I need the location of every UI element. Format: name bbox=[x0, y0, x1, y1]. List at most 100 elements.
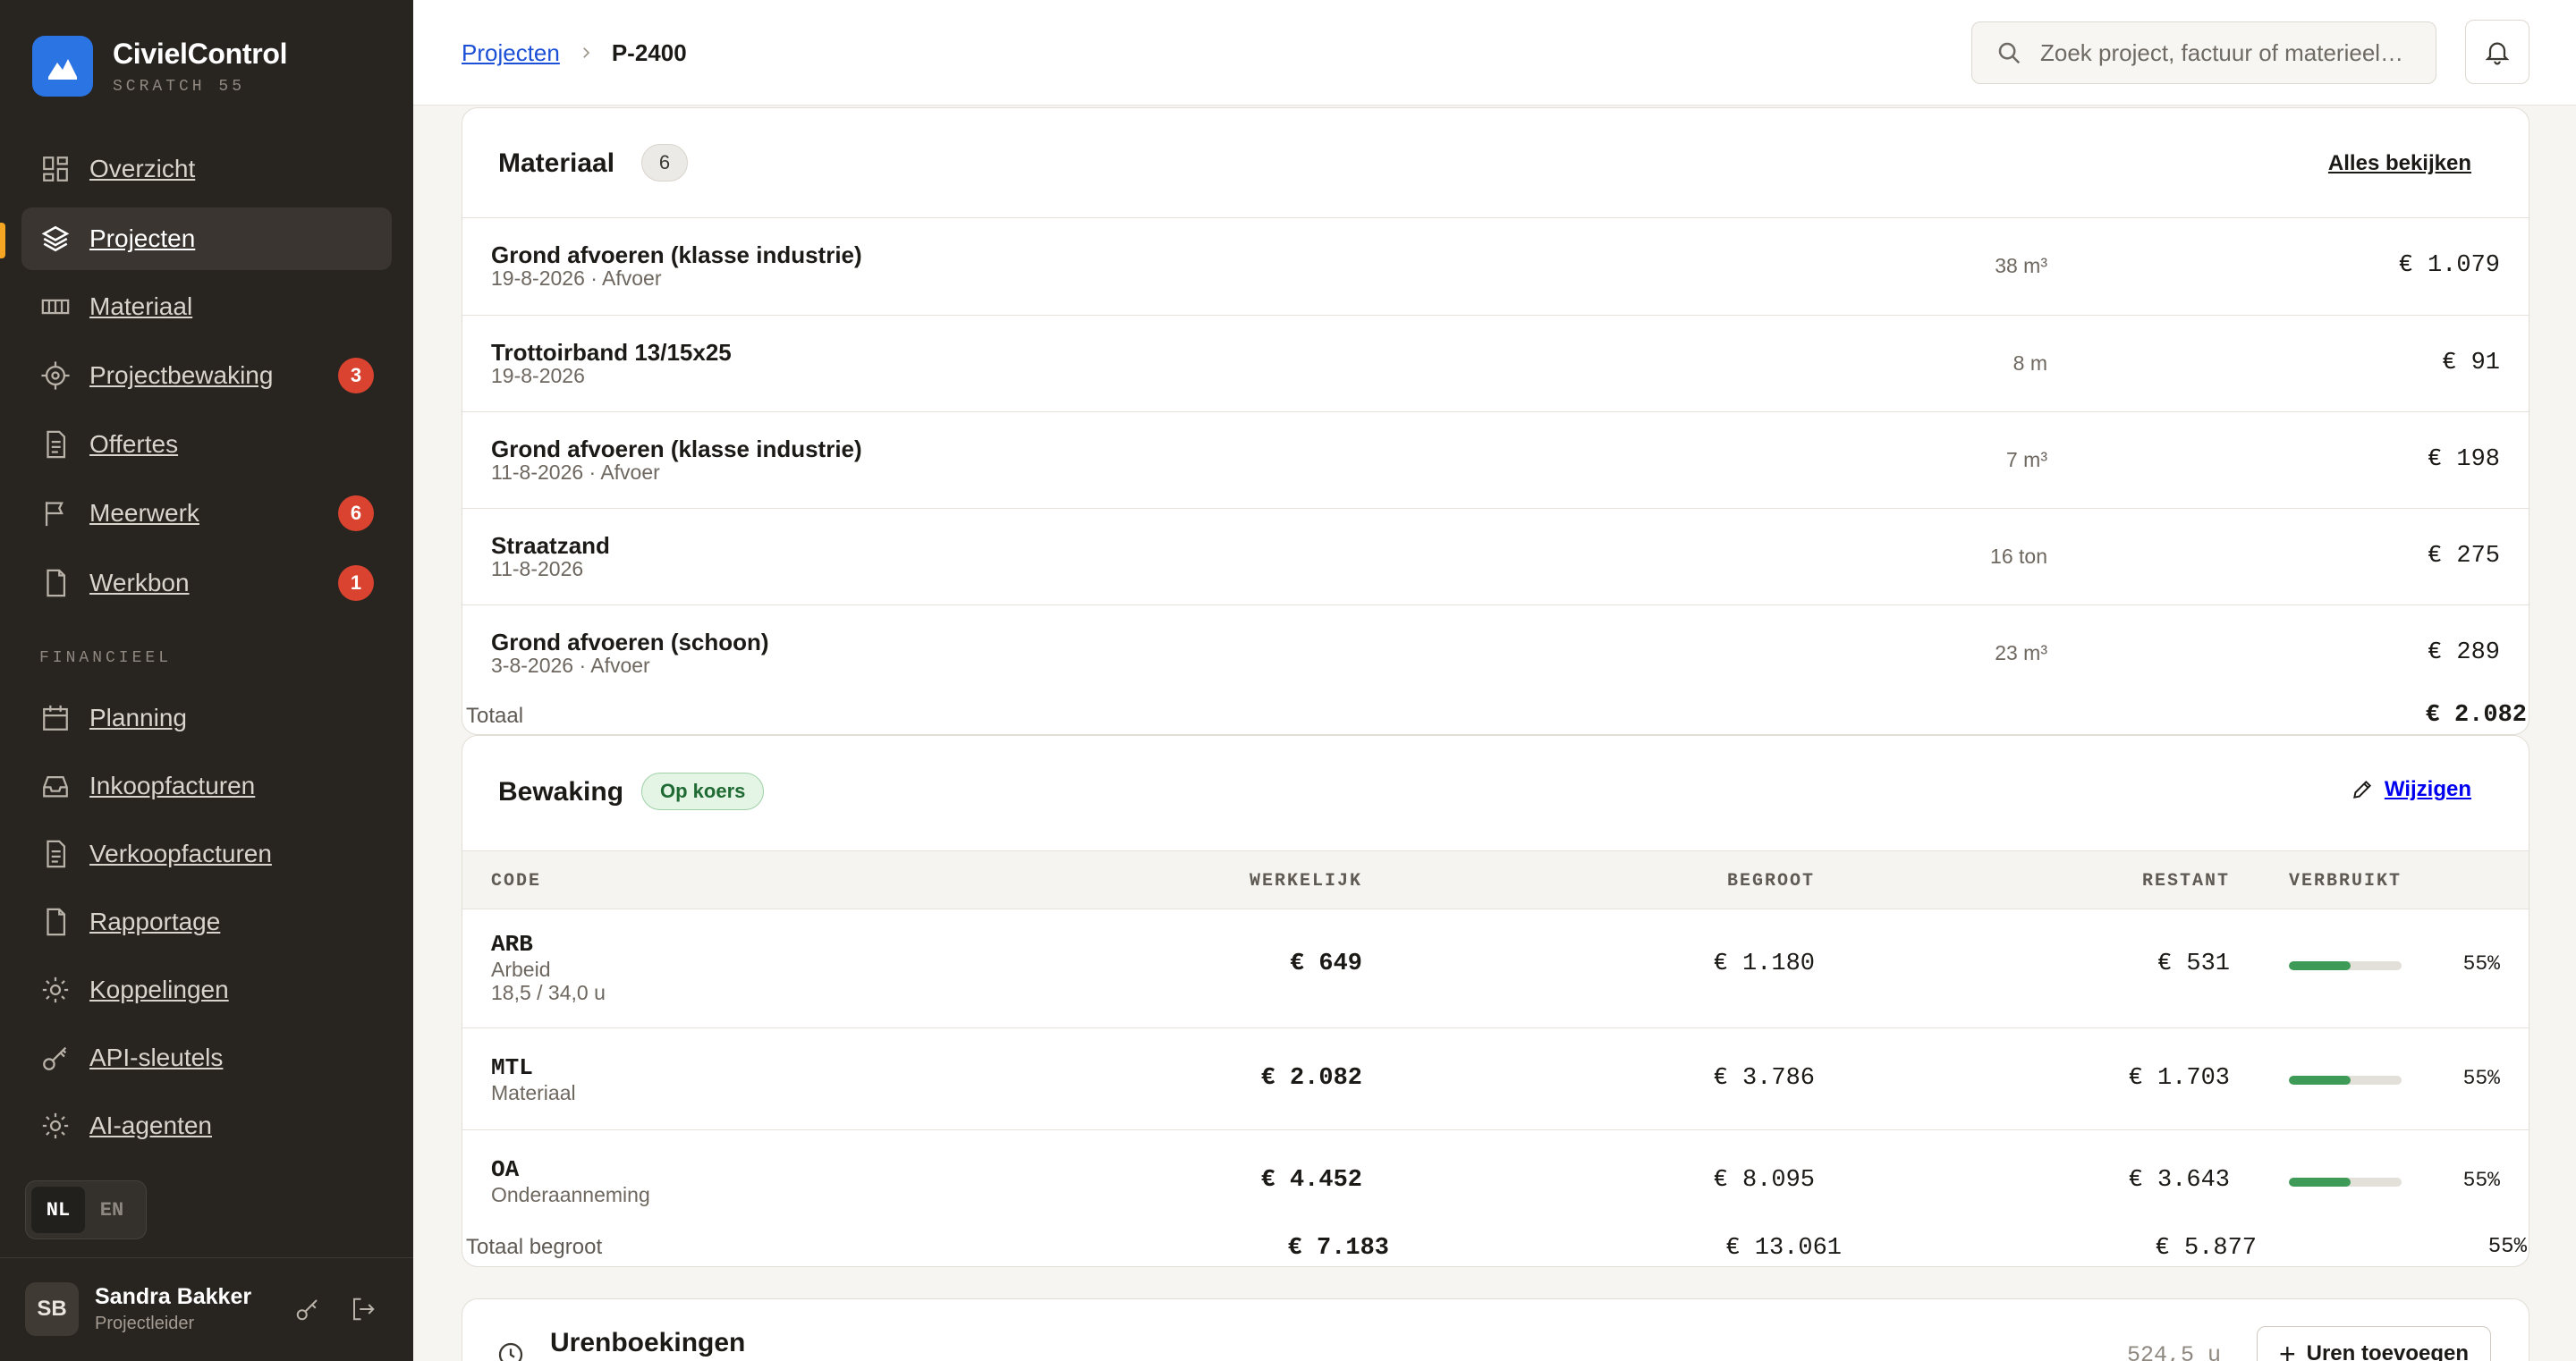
sidebar-item-label: Materiaal bbox=[89, 292, 193, 320]
clock-icon bbox=[496, 1340, 525, 1361]
key-icon[interactable] bbox=[292, 1293, 324, 1325]
divider bbox=[462, 1129, 2529, 1130]
plus-icon: + bbox=[2278, 1337, 2296, 1361]
cost-name: Onderaanneming bbox=[491, 1183, 650, 1206]
restant-value: € 3.643 bbox=[2128, 1167, 2230, 1194]
material-meta: 11-8-2026 · Afvoer bbox=[491, 461, 660, 484]
topbar: Projecten P-2400 bbox=[413, 0, 2576, 106]
calendar-icon bbox=[39, 702, 72, 734]
column-header-verbruikt: VERBRUIKT bbox=[2289, 871, 2402, 892]
inbox-icon bbox=[39, 770, 72, 802]
search-box bbox=[1971, 21, 2436, 84]
breadcrumb: Projecten P-2400 bbox=[462, 39, 687, 67]
sidebar-item-projectbewaking[interactable]: Projectbewaking 3 bbox=[21, 344, 392, 407]
column-header-code: CODE bbox=[491, 871, 542, 892]
werkbon-count-badge: 1 bbox=[338, 565, 374, 601]
gear-icon bbox=[39, 974, 72, 1006]
list-item[interactable]: Grond afvoeren (klasse industrie) 11-8-2… bbox=[462, 412, 2529, 509]
progress-bar bbox=[2289, 1076, 2402, 1085]
material-quantity: 38 m³ bbox=[1995, 254, 2047, 277]
sidebar-item-api-sleutels[interactable]: API-sleutels bbox=[21, 1027, 392, 1089]
cost-hours: 18,5 / 34,0 u bbox=[491, 981, 606, 1004]
progress-bar-fill bbox=[2289, 1178, 2351, 1187]
notifications-button[interactable] bbox=[2465, 20, 2529, 84]
sidebar-item-projecten[interactable]: Projecten bbox=[21, 207, 392, 270]
cost-code: OA bbox=[491, 1156, 520, 1183]
file-icon bbox=[39, 567, 72, 599]
urenboekingen-card: Urenboekingen 524,5 u + Uren toevoegen bbox=[462, 1298, 2529, 1361]
sidebar-item-label: AI-agenten bbox=[89, 1112, 212, 1139]
active-indicator bbox=[0, 223, 5, 258]
search-input[interactable] bbox=[2040, 38, 2416, 67]
sidebar-item-offertes[interactable]: Offertes bbox=[21, 413, 392, 476]
materiaal-title: Materiaal bbox=[498, 148, 615, 178]
sidebar-item-label: Projectbewaking bbox=[89, 361, 274, 389]
material-quantity: 7 m³ bbox=[2006, 448, 2047, 471]
lang-en-button[interactable]: EN bbox=[85, 1187, 139, 1233]
list-item[interactable]: Grond afvoeren (klasse industrie) 19-8-2… bbox=[462, 218, 2529, 315]
cost-name: Materiaal bbox=[491, 1081, 576, 1104]
nav-section-financieel: FINANCIEEL bbox=[39, 649, 173, 667]
gear-icon bbox=[39, 1110, 72, 1142]
material-name: Grond afvoeren (klasse industrie) bbox=[491, 435, 862, 462]
materiaal-card: Materiaal 6 Alles bekijken Grond afvoere… bbox=[462, 107, 2529, 735]
sidebar: CivielControl SCRATCH 55 Overzicht Proje… bbox=[0, 0, 413, 1361]
werkelijk-value: € 2.082 bbox=[1260, 1065, 1362, 1092]
column-header-werkelijk: WERKELIJK bbox=[1249, 871, 1362, 892]
column-header-begroot: BEGROOT bbox=[1726, 871, 1815, 892]
material-amount: € 198 bbox=[2427, 446, 2500, 473]
sidebar-item-werkbon[interactable]: Werkbon 1 bbox=[21, 552, 392, 614]
sidebar-item-overzicht[interactable]: Overzicht bbox=[21, 138, 392, 200]
brand-subtitle: SCRATCH 55 bbox=[113, 77, 246, 96]
document-icon bbox=[39, 428, 72, 461]
chevron-right-icon bbox=[578, 39, 594, 67]
logout-icon[interactable] bbox=[347, 1293, 379, 1325]
material-quantity: 23 m³ bbox=[1995, 641, 2047, 664]
breadcrumb-projecten-link[interactable]: Projecten bbox=[462, 39, 560, 67]
list-item[interactable]: Trottoirband 13/15x25 19-8-2026 8 m € 91 bbox=[462, 316, 2529, 412]
wijzigen-button[interactable]: Wijzigen bbox=[2351, 777, 2471, 802]
total-begroot: € 13.061 bbox=[1725, 1235, 1842, 1262]
lang-nl-button[interactable]: NL bbox=[31, 1187, 85, 1233]
list-item[interactable]: Straatzand 11-8-2026 16 ton € 275 bbox=[462, 509, 2529, 605]
material-amount: € 289 bbox=[2427, 639, 2500, 666]
material-quantity: 8 m bbox=[2012, 351, 2047, 375]
sidebar-item-planning[interactable]: Planning bbox=[21, 687, 392, 749]
sidebar-item-ai-agenten[interactable]: AI-agenten bbox=[21, 1095, 392, 1157]
breadcrumb-current: P-2400 bbox=[611, 39, 687, 66]
cost-name: Arbeid bbox=[491, 958, 551, 981]
sidebar-item-verkoopfacturen[interactable]: Verkoopfacturen bbox=[21, 823, 392, 885]
meerwerk-count-badge: 6 bbox=[338, 495, 374, 531]
verbruikt-percentage: 55% bbox=[2462, 1169, 2500, 1192]
progress-bar bbox=[2289, 1178, 2402, 1187]
restant-value: € 1.703 bbox=[2128, 1065, 2230, 1092]
total-werkelijk: € 7.183 bbox=[1287, 1235, 1389, 1262]
status-badge: Op koers bbox=[641, 773, 765, 810]
sidebar-item-label: API-sleutels bbox=[89, 1044, 224, 1071]
search-icon bbox=[1998, 42, 2021, 64]
verbruikt-percentage: 55% bbox=[2462, 1067, 2500, 1090]
sidebar-item-meerwerk[interactable]: Meerwerk 6 bbox=[21, 482, 392, 545]
material-amount: € 91 bbox=[2442, 350, 2500, 376]
sidebar-item-rapportage[interactable]: Rapportage bbox=[21, 891, 392, 953]
cost-code: ARB bbox=[491, 931, 533, 958]
alles-bekijken-link[interactable]: Alles bekijken bbox=[2328, 151, 2471, 176]
material-meta: 3-8-2026 · Afvoer bbox=[491, 654, 650, 677]
uren-toevoegen-button[interactable]: + Uren toevoegen bbox=[2256, 1326, 2491, 1361]
user-role: Projectleider bbox=[95, 1314, 195, 1333]
progress-bar-fill bbox=[2289, 1076, 2351, 1085]
sidebar-item-label: Inkoopfacturen bbox=[89, 772, 256, 799]
sidebar-item-materiaal[interactable]: Materiaal bbox=[21, 275, 392, 338]
cost-code: MTL bbox=[491, 1054, 533, 1081]
brand[interactable]: CivielControl SCRATCH 55 bbox=[32, 36, 288, 97]
material-meta: 19-8-2026 bbox=[491, 364, 585, 387]
urenboekingen-title: Urenboekingen bbox=[550, 1328, 746, 1357]
user-profile[interactable]: SB Sandra Bakker Projectleider bbox=[25, 1282, 251, 1336]
language-switch: NL EN bbox=[25, 1180, 147, 1239]
sidebar-item-inkoopfacturen[interactable]: Inkoopfacturen bbox=[21, 755, 392, 817]
list-item[interactable]: Grond afvoeren (schoon) 3-8-2026 · Afvoe… bbox=[462, 605, 2529, 702]
sidebar-item-koppelingen[interactable]: Koppelingen bbox=[21, 959, 392, 1021]
bewaking-title: Bewaking bbox=[498, 777, 624, 807]
key-icon bbox=[39, 1042, 72, 1074]
flag-icon bbox=[39, 497, 72, 529]
